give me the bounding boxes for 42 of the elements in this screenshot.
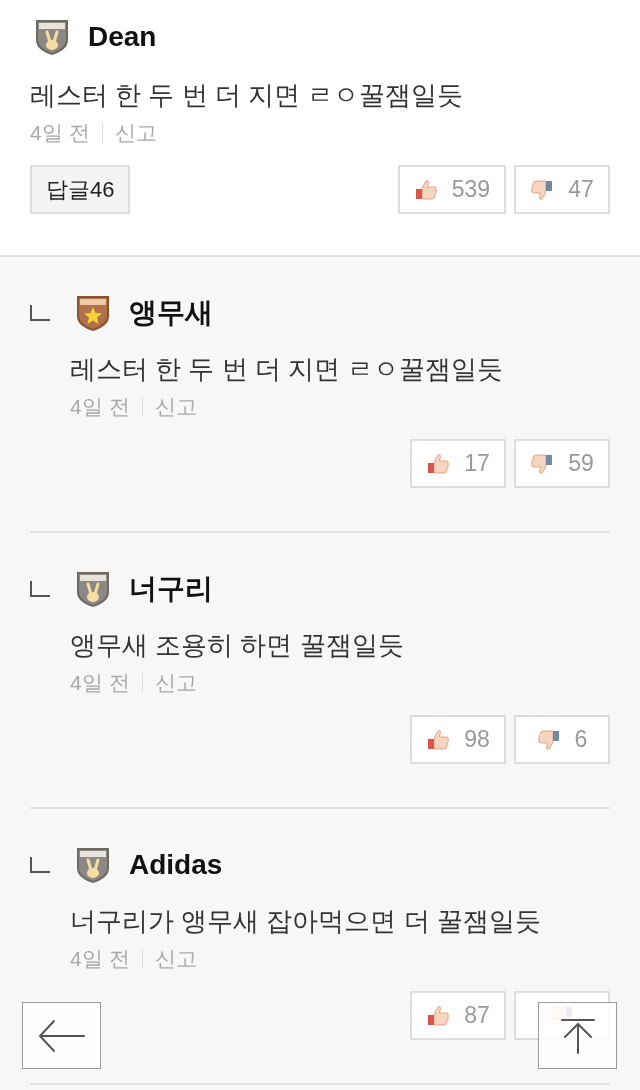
rookie-badge-icon — [75, 846, 111, 884]
report-link[interactable]: 신고 — [154, 669, 197, 697]
scroll-to-top-button[interactable] — [538, 1002, 617, 1069]
author-name: 앵무새 — [129, 296, 213, 330]
reply-corner-icon — [30, 305, 50, 321]
comment-text: 레스터 한 두 번 더 지면 ㄹㅇ꿀잼일듯 — [70, 353, 505, 386]
scroll-to-top-icon — [560, 1017, 595, 1054]
author-name: Dean — [88, 21, 157, 53]
senior-badge-icon — [75, 294, 111, 332]
author-name: 너구리 — [129, 572, 213, 606]
report-link[interactable]: 신고 — [154, 393, 197, 421]
reply-corner-icon — [30, 581, 50, 597]
like-button[interactable]: 539 — [397, 165, 506, 214]
reply-corner-icon — [30, 857, 50, 873]
thumbs-up-icon — [426, 728, 451, 751]
report-link[interactable]: 신고 — [114, 119, 157, 147]
thumbs-down-icon — [530, 178, 555, 201]
back-button[interactable] — [22, 1002, 101, 1069]
like-button[interactable]: 17 — [410, 439, 506, 488]
dislike-button[interactable]: 6 — [514, 715, 610, 764]
comment-time: 4일 전 — [70, 670, 130, 696]
author-name: Adidas — [129, 849, 223, 881]
comment-text: 앵무새 조용히 하면 꿀잼일듯 — [70, 629, 405, 662]
thumbs-up-icon — [413, 178, 438, 201]
reply-count-button[interactable]: 답글46 — [30, 165, 131, 214]
like-button[interactable]: 87 — [410, 991, 506, 1040]
report-link[interactable]: 신고 — [154, 945, 197, 973]
thumbs-up-icon — [426, 1004, 451, 1027]
comment-time: 4일 전 — [70, 946, 130, 972]
back-arrow-icon — [37, 1018, 86, 1053]
comment-time: 4일 전 — [70, 394, 130, 420]
rookie-badge-icon — [75, 570, 111, 608]
rookie-badge-icon — [34, 18, 70, 56]
like-button[interactable]: 98 — [410, 715, 506, 764]
thumbs-up-icon — [426, 452, 451, 475]
comment-text: 레스터 한 두 번 더 지면 ㄹㅇ꿀잼일듯 — [30, 79, 465, 112]
dislike-button[interactable]: 59 — [514, 439, 610, 488]
thumbs-down-icon — [536, 728, 561, 751]
comment-time: 4일 전 — [30, 120, 90, 146]
dislike-button[interactable]: 47 — [514, 165, 610, 214]
comment-text: 너구리가 앵무새 잡아먹으면 더 꿀잼일듯 — [70, 905, 542, 938]
thumbs-down-icon — [530, 452, 555, 475]
